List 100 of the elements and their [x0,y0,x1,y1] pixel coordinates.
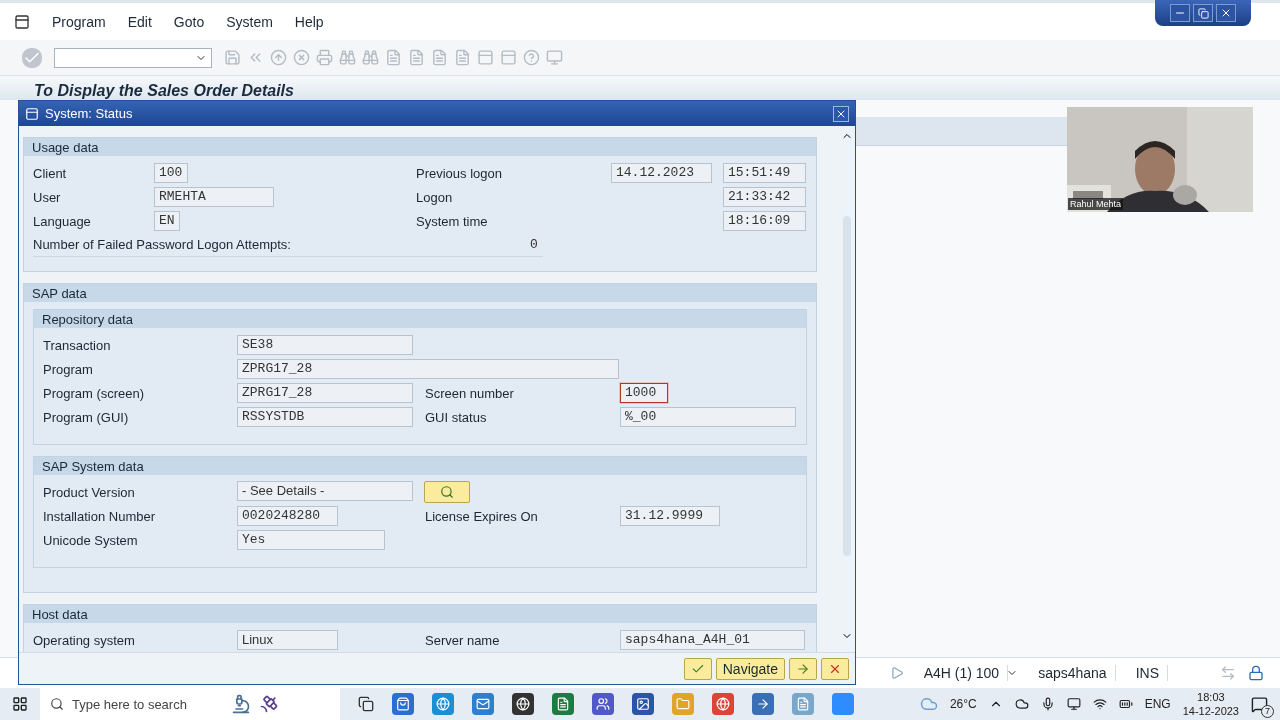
group-header: Repository data [34,310,806,328]
field-label: Unicode System [43,532,139,548]
section-header: Usage data [24,138,816,156]
dialog-title: System: Status [45,106,133,121]
search-icon [50,697,64,711]
confirm-button[interactable] [683,657,712,680]
toolbar-icon[interactable] [293,49,310,66]
menu-item[interactable]: Help [294,13,324,30]
details-button[interactable] [424,481,470,503]
field-label: Number of Failed Password Logon Attempts: [33,237,292,252]
toolbar-icon[interactable] [339,49,356,66]
field[interactable]: ZPRG17_28 [237,383,413,403]
field-label: Transaction [43,337,112,353]
battery-icon[interactable] [1118,697,1133,711]
microscope-icon[interactable] [230,694,251,714]
command-field[interactable] [54,47,212,68]
field[interactable]: 18:16:09 [723,211,806,231]
notification-count: 7 [1261,704,1274,718]
participant-name: Rahul Mehta [1068,198,1124,210]
field-label: Previous logon [416,165,503,181]
field-label: Server name [425,632,501,648]
field[interactable]: saps4hana_A4H_01 [620,630,805,650]
mic-icon[interactable] [1040,697,1055,711]
weather-icon[interactable] [919,695,938,713]
field-label: Screen number [425,385,515,401]
field-label: System time [416,213,489,229]
toolbar-icon[interactable] [362,49,379,66]
magnifier-icon [440,485,454,499]
menu-item[interactable]: Edit [127,13,152,30]
windows-icon[interactable] [12,696,28,712]
arrow-icon [796,661,810,676]
field-label: Program [43,361,94,377]
clock[interactable]: 18:03 14-12-2023 [1182,690,1239,718]
system-info[interactable]: A4H (1) 100 [915,665,1009,681]
field[interactable]: 0020248280 [237,506,338,526]
wifi-icon[interactable] [1092,697,1107,711]
notification-icon[interactable] [1251,695,1268,713]
toolbar-icon[interactable] [546,49,563,66]
section-header: SAP data [24,284,816,302]
field-label: Installation Number [43,508,156,524]
field[interactable]: 100 [154,163,188,183]
field-label: GUI status [425,409,488,425]
play-icon[interactable] [889,666,904,680]
toolbar-icon[interactable] [500,49,517,66]
toolbar-icon[interactable] [454,49,471,66]
group-header: SAP System data [34,457,806,475]
field[interactable]: %_00 [620,407,796,427]
menu-item[interactable]: System [226,13,273,30]
value-text: 0 [530,237,538,252]
language-indicator[interactable]: ENG [1144,697,1171,711]
toolbar-icon[interactable] [523,49,540,66]
satellite-icon[interactable] [258,694,279,714]
search-placeholder: Type here to search [72,696,187,712]
server-name: saps4hana [1030,665,1116,681]
cancel-button[interactable] [821,657,849,680]
menu-item[interactable]: Goto [173,13,205,30]
field-label: Product Version [43,484,136,500]
toolbar-icon[interactable] [270,49,287,66]
close-button[interactable] [1216,4,1236,22]
arrows-icon[interactable] [1220,665,1236,681]
menu-icon[interactable] [14,13,30,30]
toolbar-icon[interactable] [477,49,494,66]
toolbar-icon[interactable] [224,49,241,66]
minimize-button[interactable] [1170,4,1190,22]
cloud-icon[interactable] [1014,697,1029,711]
field-label: Logon [416,189,454,205]
field-label: User [33,189,62,205]
toolbar-icon[interactable] [385,49,402,66]
temperature[interactable]: 26°C [949,697,977,711]
navigate-button[interactable]: Navigate [715,657,785,680]
field[interactable]: RSSYSTDB [237,407,413,427]
field[interactable]: - See Details - [237,481,413,501]
menu-item[interactable]: Program [52,13,106,30]
close-button[interactable] [833,105,849,122]
toolbar-icon[interactable] [408,49,425,66]
search-field[interactable]: Type here to search [40,688,340,720]
field-label: Program (screen) [43,385,146,401]
field[interactable]: SE38 [237,335,413,355]
field[interactable]: Yes [237,530,385,550]
forward-button[interactable] [789,657,817,680]
field[interactable]: RMEHTA [154,187,274,207]
field[interactable]: ZPRG17_28 [237,359,619,379]
lock-icon[interactable] [1248,665,1264,681]
field[interactable]: 1000 [620,383,668,403]
task-view-icon[interactable] [358,696,374,712]
field[interactable]: 15:51:49 [723,163,806,183]
field[interactable]: 21:33:42 [723,187,806,207]
restore-button[interactable] [1193,4,1213,22]
field[interactable]: 14.12.2023 [611,163,712,183]
toolbar-icon[interactable] [316,49,333,66]
field[interactable]: Linux [237,630,338,650]
field[interactable]: EN [154,211,180,231]
restore-icon [1197,7,1209,19]
input-mode: INS [1127,665,1168,681]
field[interactable]: 31.12.9999 [620,506,720,526]
monitor-icon[interactable] [1066,697,1081,711]
field-label: License Expires On [425,508,539,524]
toolbar-icon[interactable] [431,49,448,66]
check-icon[interactable] [22,47,42,68]
window-icon [25,106,39,121]
